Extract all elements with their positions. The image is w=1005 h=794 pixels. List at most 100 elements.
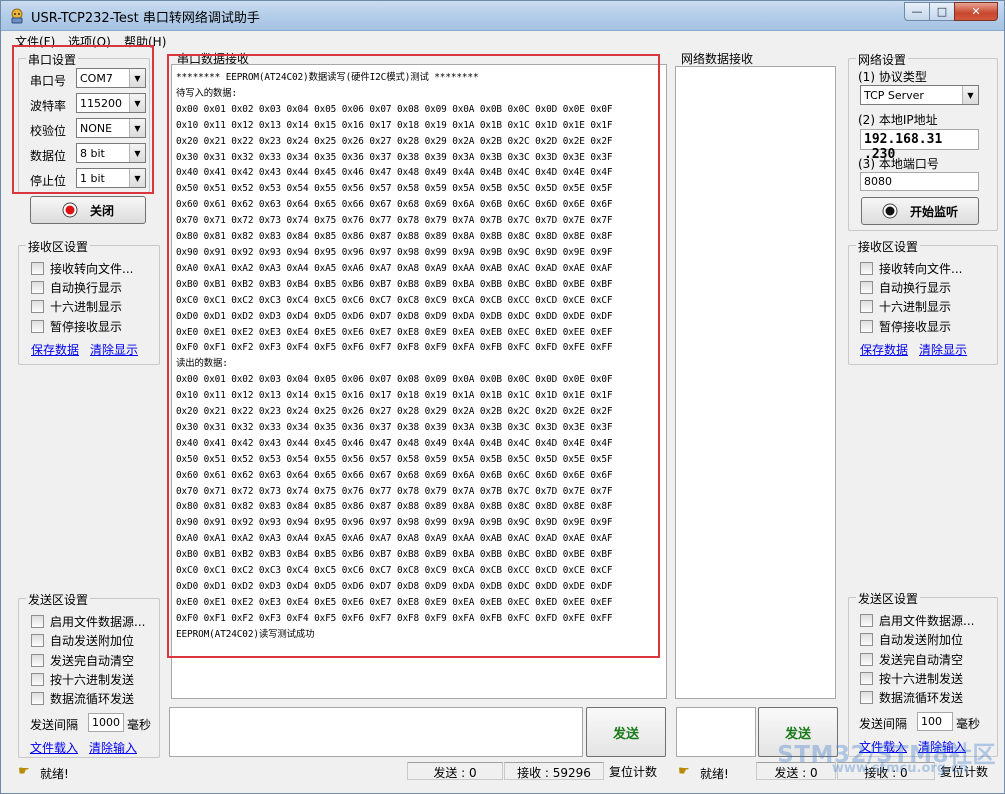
start-listen-label: 开始监听 (909, 204, 958, 219)
left-auto-append-checkbox[interactable]: 自动发送附加位 (31, 632, 134, 649)
left-file-source-checkbox[interactable]: 启用文件数据源... (31, 613, 145, 630)
left-interval-input[interactable]: 1000 (88, 713, 124, 732)
ip-input[interactable]: 192.168.31 .230 (860, 129, 979, 162)
window-title: USR-TCP232-Test 串口转网络调试助手 (31, 11, 260, 26)
write-data-row: 0xE0 0xE1 0xE2 0xE3 0xE4 0xE5 0xE6 0xE7 … (176, 326, 613, 338)
network-receive-textarea[interactable] (675, 66, 836, 699)
read-data-row: 0x20 0x21 0x22 0x23 0x24 0x25 0x26 0x27 … (176, 406, 613, 418)
window-controls: — □ ✕ (904, 2, 998, 22)
right-recv-to-file-checkbox[interactable]: 接收转向文件... (860, 260, 962, 277)
read-data-row: 0x60 0x61 0x62 0x63 0x64 0x65 0x66 0x67 … (176, 469, 613, 481)
start-listen-button[interactable]: 开始监听 (861, 197, 979, 225)
right-clear-display-link[interactable]: 清除显示 (919, 341, 967, 358)
serial-send-button[interactable]: 发送 (586, 707, 666, 757)
stopbits-value: 1 bit (80, 172, 105, 185)
left-save-data-link[interactable]: 保存数据 (31, 341, 79, 358)
network-send-input[interactable] (676, 707, 756, 757)
right-pause-display-checkbox[interactable]: 暂停接收显示 (860, 318, 951, 335)
left-auto-wrap-checkbox[interactable]: 自动换行显示 (31, 279, 122, 296)
serial-send-input[interactable] (169, 707, 583, 757)
right-hex-display-checkbox[interactable]: 十六进制显示 (860, 298, 951, 315)
stopbits-select[interactable]: 1 bit ▼ (76, 168, 146, 188)
chevron-down-icon: ▼ (129, 144, 145, 162)
close-port-label: 关闭 (89, 203, 114, 218)
close-port-button[interactable]: 关闭 (30, 196, 146, 224)
protocol-label: (1) 协议类型 (858, 70, 927, 84)
app-window: USR-TCP232-Test 串口转网络调试助手 — □ ✕ 文件(F) 选项… (0, 0, 1005, 794)
network-settings-title: 网络设置 (856, 51, 909, 68)
serial-recv-count: 接收 : 59296 (504, 762, 604, 780)
serial-settings-group: 串口设置 串口号 COM7 ▼ 波特率 115200 ▼ 校验位 NONE ▼ … (18, 51, 150, 193)
hand-pointer-icon: ☛ (18, 764, 30, 779)
read-data-row: 0x80 0x81 0x82 0x83 0x84 0x85 0x86 0x87 … (176, 501, 613, 513)
write-data-row: 0xD0 0xD1 0xD2 0xD3 0xD4 0xD5 0xD6 0xD7 … (176, 310, 613, 322)
left-loop-send-checkbox[interactable]: 数据流循环发送 (31, 690, 134, 707)
protocol-select[interactable]: TCP Server ▼ (860, 85, 979, 105)
left-load-file-link[interactable]: 文件载入 (30, 739, 78, 756)
left-clear-input-link[interactable]: 清除输入 (89, 739, 137, 756)
right-auto-wrap-checkbox[interactable]: 自动换行显示 (860, 279, 951, 296)
write-data-label: 待写入的数据: (176, 87, 238, 99)
serial-send-count: 发送 : 0 (407, 762, 503, 780)
right-file-source-checkbox[interactable]: 启用文件数据源... (860, 612, 974, 629)
left-pause-display-checkbox[interactable]: 暂停接收显示 (31, 318, 122, 335)
databits-select[interactable]: 8 bit ▼ (76, 143, 146, 163)
serial-receive-textarea[interactable]: ******** EEPROM(AT24C02)数据读写(硬件I2C模式)测试 … (171, 64, 667, 699)
read-data-label: 读出的数据: (176, 358, 228, 370)
read-data-row: 0xA0 0xA1 0xA2 0xA3 0xA4 0xA5 0xA6 0xA7 … (176, 533, 613, 545)
right-hex-send-checkbox[interactable]: 按十六进制发送 (860, 670, 963, 687)
left-clear-display-link[interactable]: 清除显示 (90, 341, 138, 358)
serial-reset-count[interactable]: 复位计数 (605, 762, 667, 780)
right-auto-clear-checkbox[interactable]: 发送完自动清空 (860, 651, 963, 668)
right-send-settings-title: 发送区设置 (856, 590, 921, 607)
port-label: 串口号 (30, 74, 67, 88)
read-data-row: 0x70 0x71 0x72 0x73 0x74 0x75 0x76 0x77 … (176, 485, 613, 497)
right-auto-append-checkbox[interactable]: 自动发送附加位 (860, 631, 963, 648)
title-bar[interactable]: USR-TCP232-Test 串口转网络调试助手 — □ ✕ (1, 1, 1004, 31)
right-send-settings-group: 发送区设置 启用文件数据源... 自动发送附加位 发送完自动清空 按十六进制发送… (848, 590, 998, 757)
parity-label: 校验位 (30, 124, 67, 138)
write-data-row: 0xF0 0xF1 0xF2 0xF3 0xF4 0xF5 0xF6 0xF7 … (176, 342, 613, 354)
left-auto-clear-checkbox[interactable]: 发送完自动清空 (31, 652, 134, 669)
minimize-button[interactable]: — (904, 2, 930, 21)
right-receive-settings-title: 接收区设置 (856, 238, 921, 255)
write-data-row: 0x70 0x71 0x72 0x73 0x74 0x75 0x76 0x77 … (176, 215, 613, 227)
right-save-data-link[interactable]: 保存数据 (860, 341, 908, 358)
menu-options[interactable]: 选项(O) (68, 33, 111, 50)
menu-file[interactable]: 文件(F) (15, 33, 55, 50)
read-data-row: 0x40 0x41 0x42 0x43 0x44 0x45 0x46 0x47 … (176, 437, 613, 449)
serial-receive-content: ******** EEPROM(AT24C02)数据读写(硬件I2C模式)测试 … (176, 70, 613, 643)
right-loop-send-checkbox[interactable]: 数据流循环发送 (860, 689, 963, 706)
read-data-rows: 0x00 0x01 0x02 0x03 0x04 0x05 0x06 0x07 … (176, 372, 613, 627)
write-data-rows: 0x00 0x01 0x02 0x03 0x04 0x05 0x06 0x07 … (176, 102, 613, 357)
read-data-row: 0xC0 0xC1 0xC2 0xC3 0xC4 0xC5 0xC6 0xC7 … (176, 565, 613, 577)
menu-help[interactable]: 帮助(H) (124, 33, 166, 50)
left-receive-settings-title: 接收区设置 (26, 238, 91, 255)
read-data-row: 0xB0 0xB1 0xB2 0xB3 0xB4 0xB5 0xB6 0xB7 … (176, 549, 613, 561)
parity-select[interactable]: NONE ▼ (76, 118, 146, 138)
left-receive-settings-group: 接收区设置 接收转向文件... 自动换行显示 十六进制显示 暂停接收显示 保存数… (18, 238, 160, 365)
left-recv-to-file-checkbox[interactable]: 接收转向文件... (31, 260, 133, 277)
baud-value: 115200 (80, 97, 122, 110)
app-icon (11, 8, 23, 24)
read-data-row: 0x90 0x91 0x92 0x93 0x94 0x95 0x96 0x97 … (176, 517, 613, 529)
ip-label: (2) 本地IP地址 (858, 113, 938, 127)
maximize-button[interactable]: □ (929, 2, 955, 21)
protocol-value: TCP Server (864, 89, 924, 102)
left-hex-display-checkbox[interactable]: 十六进制显示 (31, 298, 122, 315)
right-interval-input[interactable]: 100 (917, 712, 953, 731)
black-led-icon (882, 203, 898, 219)
chevron-down-icon: ▼ (129, 119, 145, 137)
write-data-row: 0x00 0x01 0x02 0x03 0x04 0x05 0x06 0x07 … (176, 103, 613, 115)
read-data-row: 0xD0 0xD1 0xD2 0xD3 0xD4 0xD5 0xD6 0xD7 … (176, 581, 613, 592)
baud-select[interactable]: 115200 ▼ (76, 93, 146, 113)
port-value: COM7 (80, 72, 113, 85)
close-window-button[interactable]: ✕ (954, 2, 998, 21)
chevron-down-icon: ▼ (129, 69, 145, 87)
chevron-down-icon: ▼ (129, 94, 145, 112)
baud-label: 波特率 (30, 99, 67, 113)
left-hex-send-checkbox[interactable]: 按十六进制发送 (31, 671, 134, 688)
port-number-input[interactable]: 8080 (860, 172, 979, 191)
read-data-row: 0x00 0x01 0x02 0x03 0x04 0x05 0x06 0x07 … (176, 374, 613, 386)
port-select[interactable]: COM7 ▼ (76, 68, 146, 88)
